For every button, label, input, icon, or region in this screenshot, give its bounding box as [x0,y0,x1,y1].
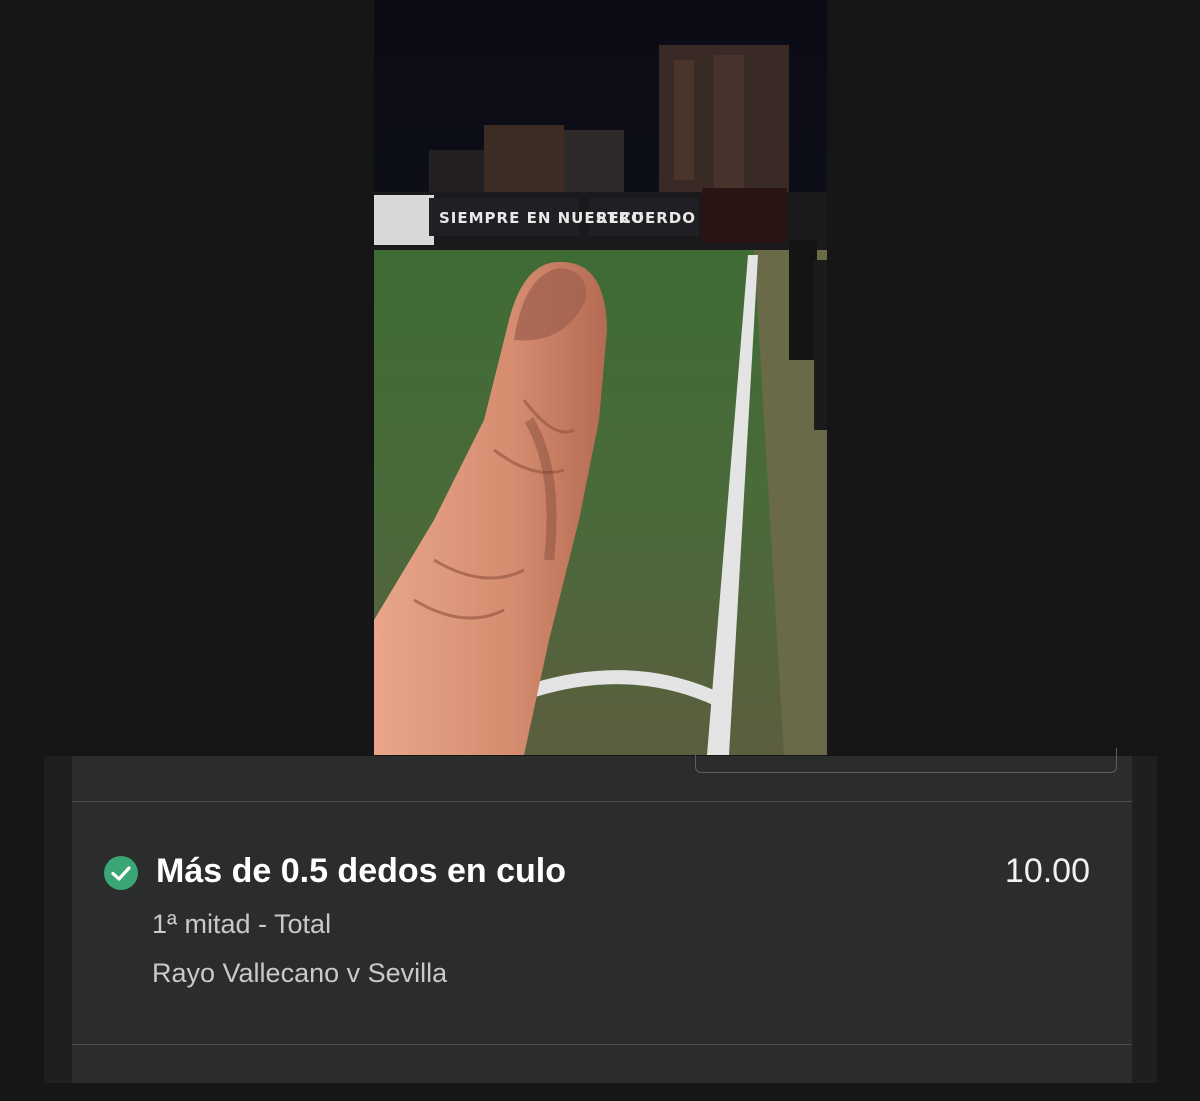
bet-selection: Más de 0.5 dedos en culo [156,852,567,890]
bet-event: Rayo Vallecano v Sevilla [152,958,448,988]
bet-card-body: Más de 0.5 dedos en culo 10.00 1ª mitad … [72,748,1132,1083]
bet-odds: 10.00 [1004,852,1090,890]
bet-market: 1ª mitad - Total [152,909,332,939]
top-button[interactable] [695,748,1117,773]
banner-right-text: RECUERDO [596,209,696,227]
check-circle-icon [104,856,138,890]
bet-card: Más de 0.5 dedos en culo 10.00 1ª mitad … [44,748,1157,1083]
divider [72,801,1132,802]
match-photo: SIEMPRE EN NUESTRO RECUERDO [374,0,827,755]
divider [72,1044,1132,1045]
